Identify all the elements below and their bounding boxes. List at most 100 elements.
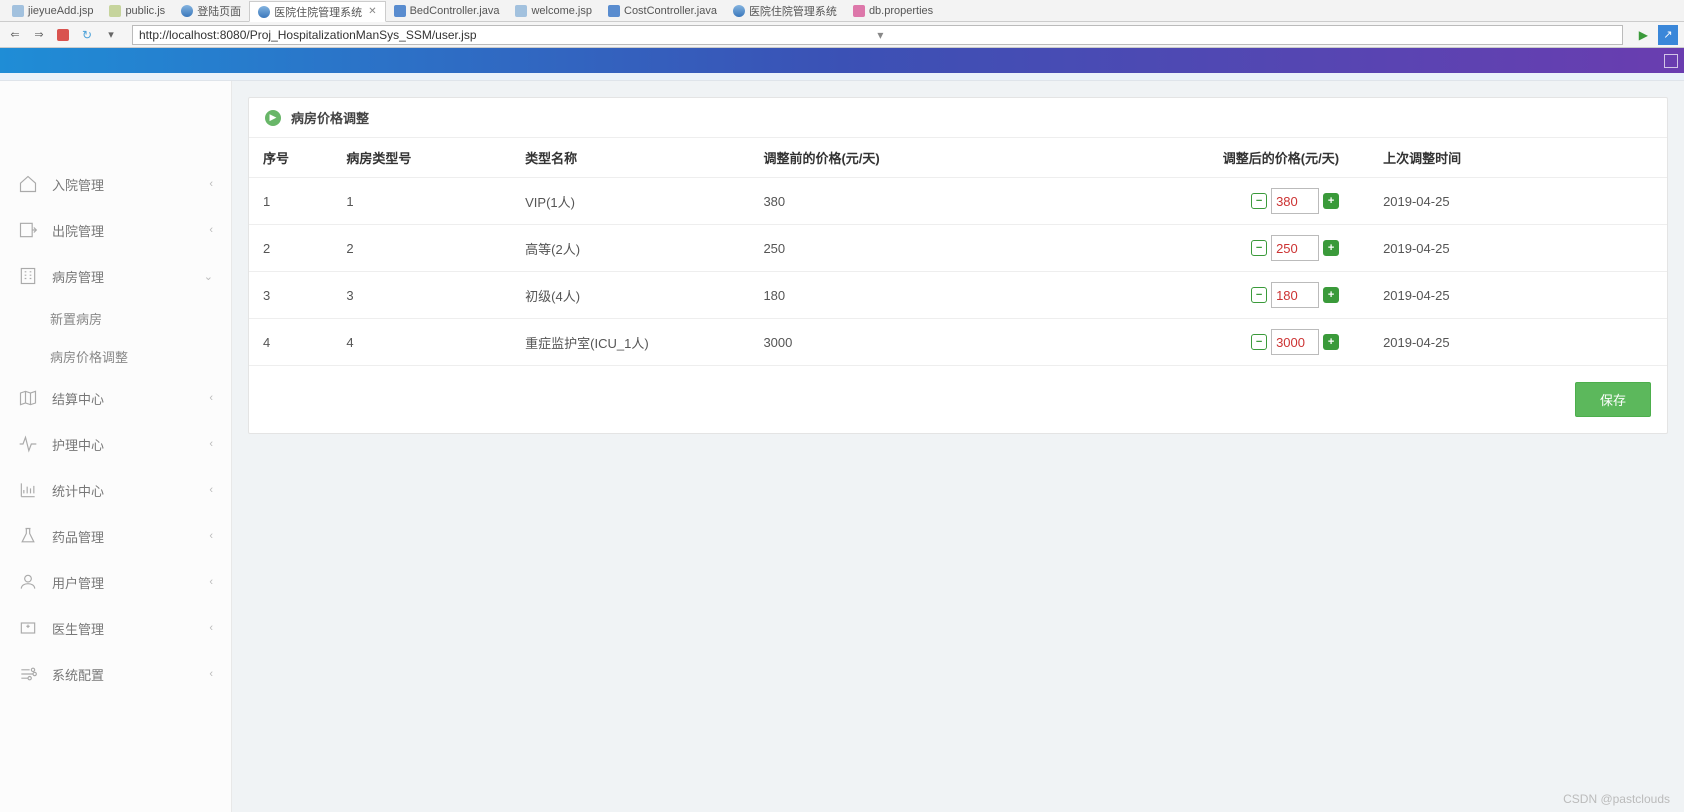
table-row: 44重症监护室(ICU_1人)30002019-04-25 [249,319,1667,366]
save-button[interactable]: 保存 [1575,382,1651,417]
price-panel: ▶ 病房价格调整 序号病房类型号类型名称调整前的价格(元/天)调整后的价格(元/… [248,97,1668,434]
cell-seq: 3 [249,272,332,319]
tab-label: CostController.java [624,5,717,17]
ide-tab[interactable]: db.properties [845,0,941,21]
sidebar-item[interactable]: 结算中心 ‹ [0,375,231,421]
plus-button[interactable] [1323,240,1339,256]
chevron-icon: ⌄ [204,270,213,283]
cell-seq: 2 [249,225,332,272]
url-bar[interactable]: http://localhost:8080/Proj_Hospitalizati… [132,25,1623,45]
ide-tab[interactable]: BedController.java [386,0,508,21]
plus-button[interactable] [1323,334,1339,350]
external-button[interactable]: ↗ [1658,25,1678,45]
menu-label: 医生管理 [52,619,104,638]
table-row: 33初级(4人)1802019-04-25 [249,272,1667,319]
cell-name: 高等(2人) [511,225,749,272]
chevron-icon: ‹ [209,530,213,542]
sidebar-item[interactable]: 病房管理⌄ [0,253,231,299]
tab-label: 医院住院管理系统 [749,3,837,19]
sidebar-item[interactable]: 护理中心‹ [0,421,231,467]
tab-label: BedController.java [410,5,500,17]
minus-button[interactable] [1251,334,1267,350]
sub-banner [0,73,1684,81]
sidebar-sub-item[interactable]: 病房价格调整 [0,337,231,375]
close-icon[interactable]: ✕ [368,6,376,17]
table-row: 22高等(2人)2502019-04-25 [249,225,1667,272]
ide-tabs: jieyueAdd.jsppublic.js登陆页面医院住院管理系统✕BedCo… [0,0,1684,22]
minus-button[interactable] [1251,287,1267,303]
ide-tab[interactable]: 医院住院管理系统✕ [249,1,385,22]
chevron-icon: ‹ [209,392,213,404]
sidebar-sub-item[interactable]: 新置病房 [0,299,231,337]
minus-button[interactable] [1251,193,1267,209]
table-row: 11VIP(1人)3802019-04-25 [249,178,1667,225]
browser-toolbar: ⇐ ⇒ ↻ ▾ http://localhost:8080/Proj_Hospi… [0,22,1684,48]
tab-label: welcome.jsp [531,5,592,17]
chevron-icon: ‹ [209,224,213,236]
cell-name: 初级(4人) [511,272,749,319]
sidebar-item[interactable]: 医生管理‹ [0,605,231,651]
cell-date: 2019-04-25 [1369,225,1667,272]
sidebar-item[interactable]: 系统配置‹ [0,651,231,697]
map-icon [18,388,38,408]
cell-type: 2 [332,225,511,272]
cell-seq: 1 [249,178,332,225]
building-icon [18,266,38,286]
cell-type: 1 [332,178,511,225]
ide-tab[interactable]: 医院住院管理系统 [725,0,845,21]
flask-icon [18,526,38,546]
exit-icon [18,220,38,240]
sidebar-item[interactable]: 药品管理‹ [0,513,231,559]
ide-tab[interactable]: jieyueAdd.jsp [4,0,101,21]
cell-old-price: 3000 [749,319,1011,366]
refresh-button[interactable]: ↻ [78,26,96,44]
ide-tab[interactable]: public.js [101,0,173,21]
file-icon [12,5,24,17]
chevron-icon: ‹ [209,178,213,190]
plus-button[interactable] [1323,287,1339,303]
sidebar-item[interactable]: 入院管理‹ [0,161,231,207]
panel-footer: 保存 [249,366,1667,433]
dropdown-button[interactable]: ▾ [102,26,120,44]
cell-new-price [1012,225,1369,272]
plus-button[interactable] [1323,193,1339,209]
cell-date: 2019-04-25 [1369,319,1667,366]
menu-label: 用户管理 [52,573,104,592]
table-header: 调整前的价格(元/天) [749,138,1011,178]
cell-old-price: 380 [749,178,1011,225]
cell-new-price [1012,178,1369,225]
stop-button[interactable] [54,26,72,44]
price-input[interactable] [1271,329,1319,355]
chart-icon [18,480,38,500]
sidebar-item[interactable]: 出院管理 ‹ [0,207,231,253]
play-icon: ▶ [265,110,281,126]
back-button[interactable]: ⇐ [6,26,24,44]
price-input[interactable] [1271,235,1319,261]
sidebar: 入院管理‹ 出院管理 ‹ 病房管理⌄新置病房病房价格调整结算中心 ‹ 护理中心‹统计中心‹… [0,81,232,812]
menu-label: 结算中心 [52,389,104,408]
cell-type: 3 [332,272,511,319]
ide-tab[interactable]: CostController.java [600,0,725,21]
banner-toggle-icon[interactable] [1664,54,1678,68]
ide-tab[interactable]: 登陆页面 [173,0,249,21]
file-icon [394,5,406,17]
table-header: 调整后的价格(元/天) [1012,138,1369,178]
price-input[interactable] [1271,282,1319,308]
menu-label: 出院管理 [52,221,104,240]
file-icon [733,5,745,17]
panel-header: ▶ 病房价格调整 [249,98,1667,138]
table-header: 上次调整时间 [1369,138,1667,178]
go-button[interactable]: ▶ [1635,28,1652,42]
forward-button[interactable]: ⇒ [30,26,48,44]
minus-button[interactable] [1251,240,1267,256]
watermark: CSDN @pastclouds [1563,792,1670,806]
settings-icon [18,664,38,684]
sidebar-item[interactable]: 统计中心‹ [0,467,231,513]
url-dropdown-icon[interactable]: ▾ [877,28,1615,42]
file-icon [853,5,865,17]
sidebar-item[interactable]: 用户管理‹ [0,559,231,605]
price-input[interactable] [1271,188,1319,214]
cell-seq: 4 [249,319,332,366]
cell-date: 2019-04-25 [1369,272,1667,319]
ide-tab[interactable]: welcome.jsp [507,0,600,21]
